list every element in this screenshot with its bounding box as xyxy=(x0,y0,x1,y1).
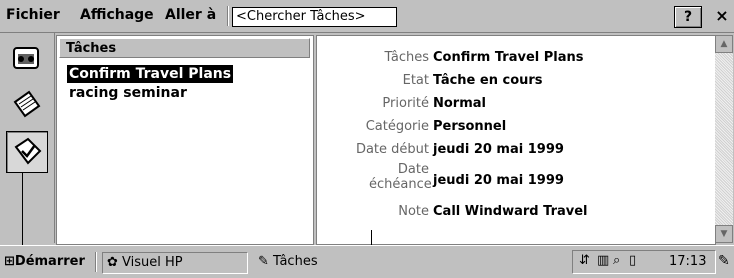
menu-fichier[interactable]: Fichier xyxy=(6,7,60,23)
edit-icon[interactable]: ✎ xyxy=(718,253,730,269)
task-list-header[interactable]: Tâches xyxy=(59,38,310,58)
scroll-down-icon[interactable]: ▼ xyxy=(715,225,733,243)
scroll-up-icon[interactable]: ▲ xyxy=(715,35,733,53)
tasks-small-icon: ✎ xyxy=(258,254,269,269)
taskbar-app-taches[interactable]: ✎ Tâches xyxy=(258,252,408,272)
task-list: Tâches Confirm Travel Plans racing semin… xyxy=(56,35,314,245)
magnifier-icon[interactable]: ⌕ xyxy=(613,253,620,268)
menu-aller-a[interactable]: Aller à xyxy=(165,7,216,23)
app-label: Tâches xyxy=(273,254,318,269)
menu-separator xyxy=(227,6,229,26)
taskbar: ⊞Démarrer ✿ Visuel HP ✎ Tâches ⇵ ▥ ⌕ ▯ 1… xyxy=(0,245,734,278)
system-tray: ⇵ ▥ ⌕ ▯ 17:13 xyxy=(572,250,716,274)
field-value: Confirm Travel Plans xyxy=(433,50,584,65)
vertical-scrollbar[interactable]: ▲ ▼ xyxy=(715,35,733,243)
windows-flag-icon: ⊞ xyxy=(4,254,15,269)
battery-icon[interactable]: ▥ xyxy=(597,253,609,268)
field-value: jeudi 20 mai 1999 xyxy=(433,173,564,188)
clock[interactable]: 17:13 xyxy=(669,254,706,269)
search-input[interactable]: <Chercher Tâches> xyxy=(232,7,397,27)
field-label: Catégorie xyxy=(365,119,429,134)
field-label: Note xyxy=(398,204,429,219)
field-label: Date début xyxy=(355,142,429,157)
field-label: Etat xyxy=(402,73,429,88)
field-value: jeudi 20 mai 1999 xyxy=(433,142,564,157)
field-label: Date échéance xyxy=(369,162,432,192)
power-icon[interactable]: ▯ xyxy=(629,253,636,268)
calendar-icon[interactable] xyxy=(6,85,46,125)
field-label: Tâches xyxy=(384,50,429,65)
field-value: Normal xyxy=(433,96,486,111)
app-icon: ✿ xyxy=(107,255,118,270)
close-button[interactable]: × xyxy=(711,6,733,26)
field-value: Tâche en cours xyxy=(433,73,543,88)
field-label: Priorité xyxy=(382,96,429,111)
app-window: Fichier Affichage Aller à <Chercher Tâch… xyxy=(0,0,734,278)
tasks-icon[interactable] xyxy=(6,131,48,173)
list-item[interactable]: racing seminar xyxy=(67,84,189,102)
app-label: Visuel HP xyxy=(122,255,183,270)
field-value: Personnel xyxy=(433,119,507,134)
menu-affichage[interactable]: Affichage xyxy=(80,7,154,23)
start-button[interactable]: ⊞Démarrer xyxy=(4,252,85,272)
taskbar-separator xyxy=(95,252,97,272)
app-switcher-bar xyxy=(0,33,55,243)
start-label: Démarrer xyxy=(14,254,85,269)
taskbar-app-visuel-hp[interactable]: ✿ Visuel HP xyxy=(102,252,248,274)
list-item[interactable]: Confirm Travel Plans xyxy=(67,65,234,83)
menu-bar: Fichier Affichage Aller à <Chercher Tâch… xyxy=(0,0,734,33)
help-button[interactable]: ? xyxy=(674,6,702,28)
task-detail: Tâches Confirm Travel Plans Etat Tâche e… xyxy=(316,35,716,245)
field-value: Call Windward Travel xyxy=(433,204,588,219)
connection-icon[interactable]: ⇵ xyxy=(579,253,590,268)
inbox-icon[interactable] xyxy=(6,39,46,79)
